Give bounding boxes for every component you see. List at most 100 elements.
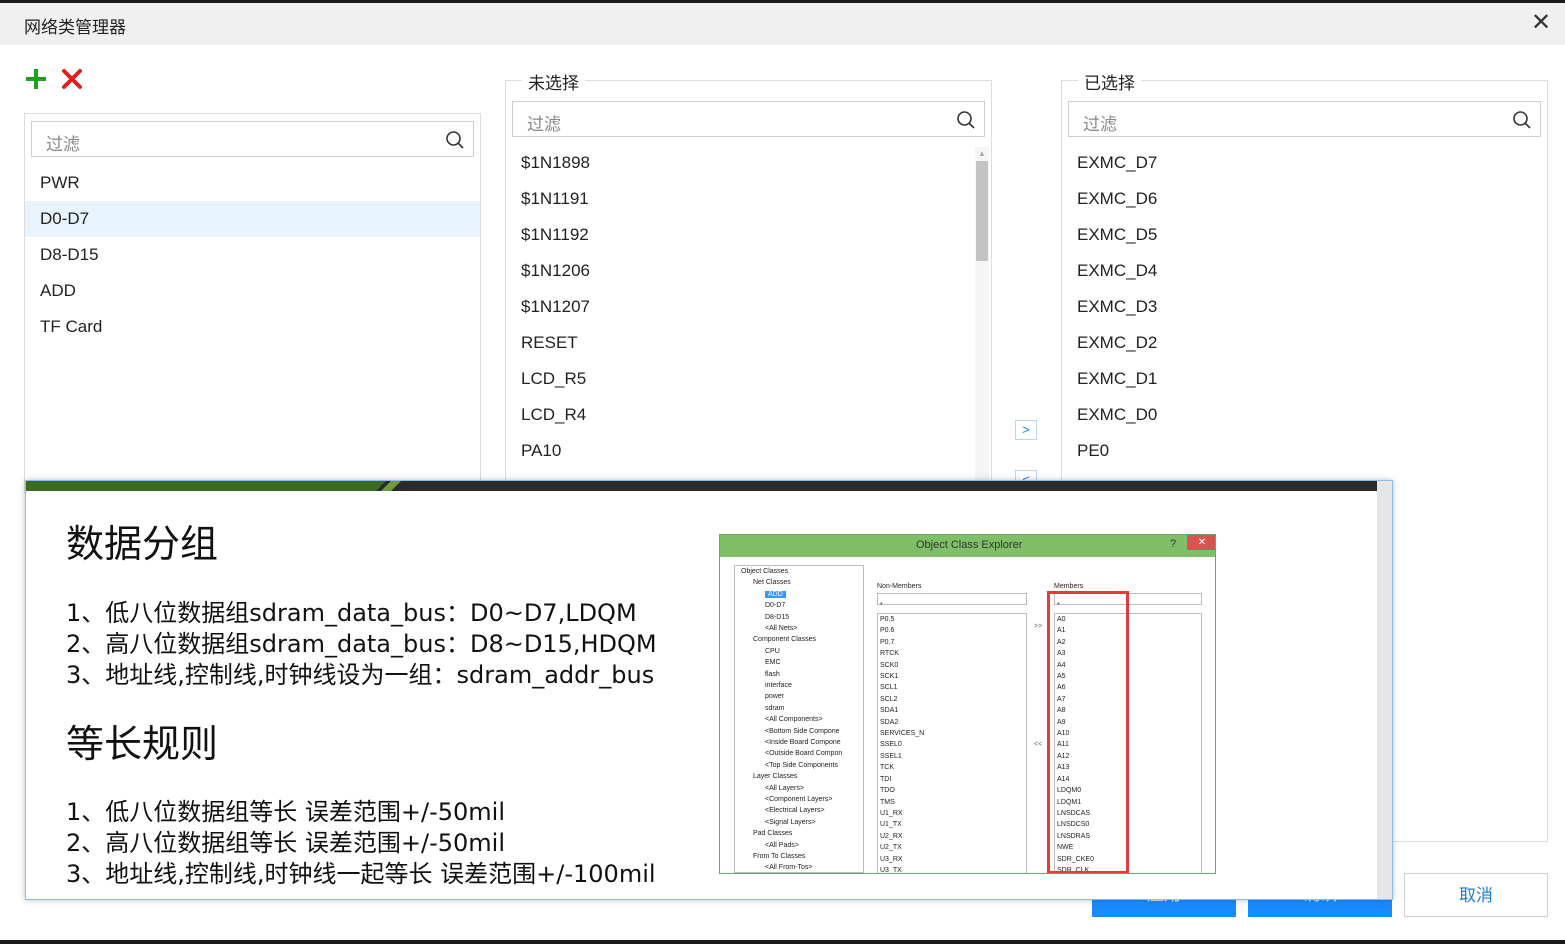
class-list-item[interactable]: D8-D15 [25, 237, 480, 273]
group-line: 2、高八位数据组sdram_data_bus：D8~D15,HDQM [66, 630, 657, 658]
tree-node: Object Classes [741, 568, 789, 575]
slide-heading-rules: 等长规则 [66, 722, 219, 766]
rule-line: 3、地址线,控制线,时钟线一起等长 误差范围+/-100mil [66, 860, 656, 888]
class-filter-placeholder: 过滤 [46, 135, 80, 155]
add-member-glyph: >> [1034, 623, 1043, 630]
tree-node: <All From-Tos> [765, 864, 813, 872]
remove-member-glyph: << [1034, 741, 1043, 748]
non-members-filter-value: * [880, 602, 883, 609]
selected-list-item[interactable]: EXMC_D4 [1062, 253, 1547, 289]
selected-list-item[interactable]: EXMC_D7 [1062, 145, 1547, 181]
object-class-explorer-screenshot: Object Class Explorer ? ✕ Object Classes… [719, 534, 1216, 874]
scrollbar-thumb[interactable] [976, 161, 988, 261]
non-member-item: U2_TX [880, 844, 902, 852]
unselected-list-item[interactable]: $1N1206 [506, 253, 991, 289]
class-list-item[interactable]: ADD [25, 273, 480, 309]
slide-heading-groups: 数据分组 [66, 522, 219, 566]
tree-node: Component Classes [753, 636, 817, 644]
tree-node: <Outside Board Compon [765, 750, 843, 758]
plus-icon[interactable] [24, 67, 48, 91]
class-list-panel: 过滤 PWR D0-D7 D8-D15 ADD TF Card [24, 113, 481, 493]
non-member-item: TDI [880, 775, 892, 783]
unselected-list-item[interactable]: $1N1192 [506, 217, 991, 253]
help-icon: ? [1170, 538, 1177, 550]
tree-node: <Inside Board Compone [765, 739, 841, 746]
tree-node: <Bottom Side Compone [765, 727, 840, 735]
tree-node: Pad Classes [753, 830, 793, 838]
dialog-title: 网络类管理器 [24, 18, 126, 38]
tree-node: ADD [765, 590, 786, 598]
explorer-tree: Object Classes Net Classes ADD D0-D7 D8-D15 <… [734, 565, 864, 873]
tree-node: <All Nets> [765, 625, 798, 632]
unselected-list-item[interactable]: $1N1191 [506, 181, 991, 217]
non-members-filter: * [877, 593, 1027, 609]
move-right-button[interactable]: > [1015, 420, 1037, 440]
scroll-up-icon[interactable]: ▲ [978, 149, 986, 158]
unselected-filter-input[interactable]: 过滤 [512, 101, 985, 137]
non-member-item: U1_TX [880, 821, 902, 829]
unselected-list-item[interactable]: LCD_R4 [506, 397, 991, 433]
slide-overlay: 数据分组 1、低八位数据组sdram_data_bus：D0~D7,LDQM 2… [25, 480, 1393, 900]
unselected-list-item[interactable]: LCD_R5 [506, 361, 991, 397]
class-list-item[interactable]: D0-D7 [25, 201, 480, 237]
selected-list-item[interactable]: EXMC_D2 [1062, 325, 1547, 361]
non-member-item: SCK0 [880, 661, 899, 669]
search-icon[interactable] [445, 130, 465, 150]
search-icon[interactable] [956, 110, 976, 130]
tree-node: Layer Classes [753, 773, 798, 781]
non-member-item: U3_TX [880, 866, 902, 874]
non-member-item: SDA2 [880, 718, 899, 726]
class-list-item[interactable]: TF Card [25, 309, 480, 345]
selected-list-item[interactable]: EXMC_D5 [1062, 217, 1547, 253]
tree-node: D8-D15 [765, 613, 790, 621]
selected-list-item[interactable]: EXMC_D3 [1062, 289, 1547, 325]
search-icon[interactable] [1512, 110, 1532, 130]
tree-node: <Signal Layers> [765, 818, 816, 826]
tree-node: <All Pads> [765, 841, 799, 849]
unselected-list-item[interactable]: $1N1898 [506, 145, 991, 181]
non-members-label: Non-Members [877, 583, 922, 590]
tree-node: interface [765, 682, 792, 689]
unselected-list-item[interactable]: PA10 [506, 433, 991, 469]
tree-node: <Component Layers> [765, 796, 833, 803]
cancel-button[interactable]: 取消 [1404, 873, 1548, 917]
class-list-item[interactable]: PWR [25, 165, 480, 201]
selected-list-item[interactable]: EXMC_D1 [1062, 361, 1547, 397]
rule-line: 1、低八位数据组等长 误差范围+/-50mil [66, 798, 506, 826]
class-filter-input[interactable]: 过滤 [31, 121, 474, 157]
selected-list-item[interactable]: EXMC_D0 [1062, 397, 1547, 433]
slide-banner [26, 481, 1378, 491]
non-member-item: RTCK [880, 650, 899, 658]
non-member-item: SDA1 [880, 707, 899, 715]
non-member-item: TCK [880, 764, 894, 772]
close-icon[interactable]: ✕ [1527, 9, 1555, 37]
explorer-body: Object Classes Net Classes ADD D0-D7 D8-D15 <… [720, 557, 1215, 874]
unselected-filter-placeholder: 过滤 [527, 115, 561, 135]
non-member-item: SERVICES_N [880, 730, 925, 738]
slide-edge [1377, 481, 1392, 899]
non-member-item: SSEL1 [880, 752, 902, 760]
non-members-list: P0.5 P0.6 P0.7 RTCK SCK0 SCK1 SCL1 SCL2 SDA1 SDA2… [877, 613, 1027, 874]
selected-list-item[interactable]: EXMC_D6 [1062, 181, 1547, 217]
non-member-item: TDO [880, 787, 895, 795]
tree-node: <Top Side Components [765, 761, 838, 769]
unselected-list-item[interactable]: RESET [506, 325, 991, 361]
non-member-item: U1_RX [880, 809, 903, 817]
group-line: 3、地址线,控制线,时钟线设为一组：sdram_addr_bus [66, 661, 655, 689]
group-line: 1、低八位数据组sdram_data_bus：D0~D7,LDQM [66, 599, 637, 627]
tree-node: From To Classes [753, 853, 806, 860]
non-member-item: P0.5 [880, 616, 895, 623]
members-highlight-box [1047, 591, 1129, 873]
unselected-panel: 未选择 过滤 $1N1898 $1N1191 $1N1192 $1N1206 $1N12… [505, 69, 992, 496]
cross-icon[interactable] [60, 67, 84, 91]
selected-filter-input[interactable]: 过滤 [1068, 101, 1541, 137]
non-member-item: U3_RX [880, 855, 903, 863]
tree-node: <All Layers> [765, 784, 804, 792]
selected-list-item[interactable]: PE0 [1062, 433, 1547, 469]
selected-legend: 已选择 [1078, 69, 1141, 94]
non-member-item: U2_RX [880, 832, 903, 840]
non-member-item: P0.6 [880, 627, 895, 635]
unselected-list-item[interactable]: $1N1207 [506, 289, 991, 325]
unselected-scrollbar[interactable]: ▲ [975, 147, 989, 492]
tree-node: <All Components> [765, 716, 823, 724]
